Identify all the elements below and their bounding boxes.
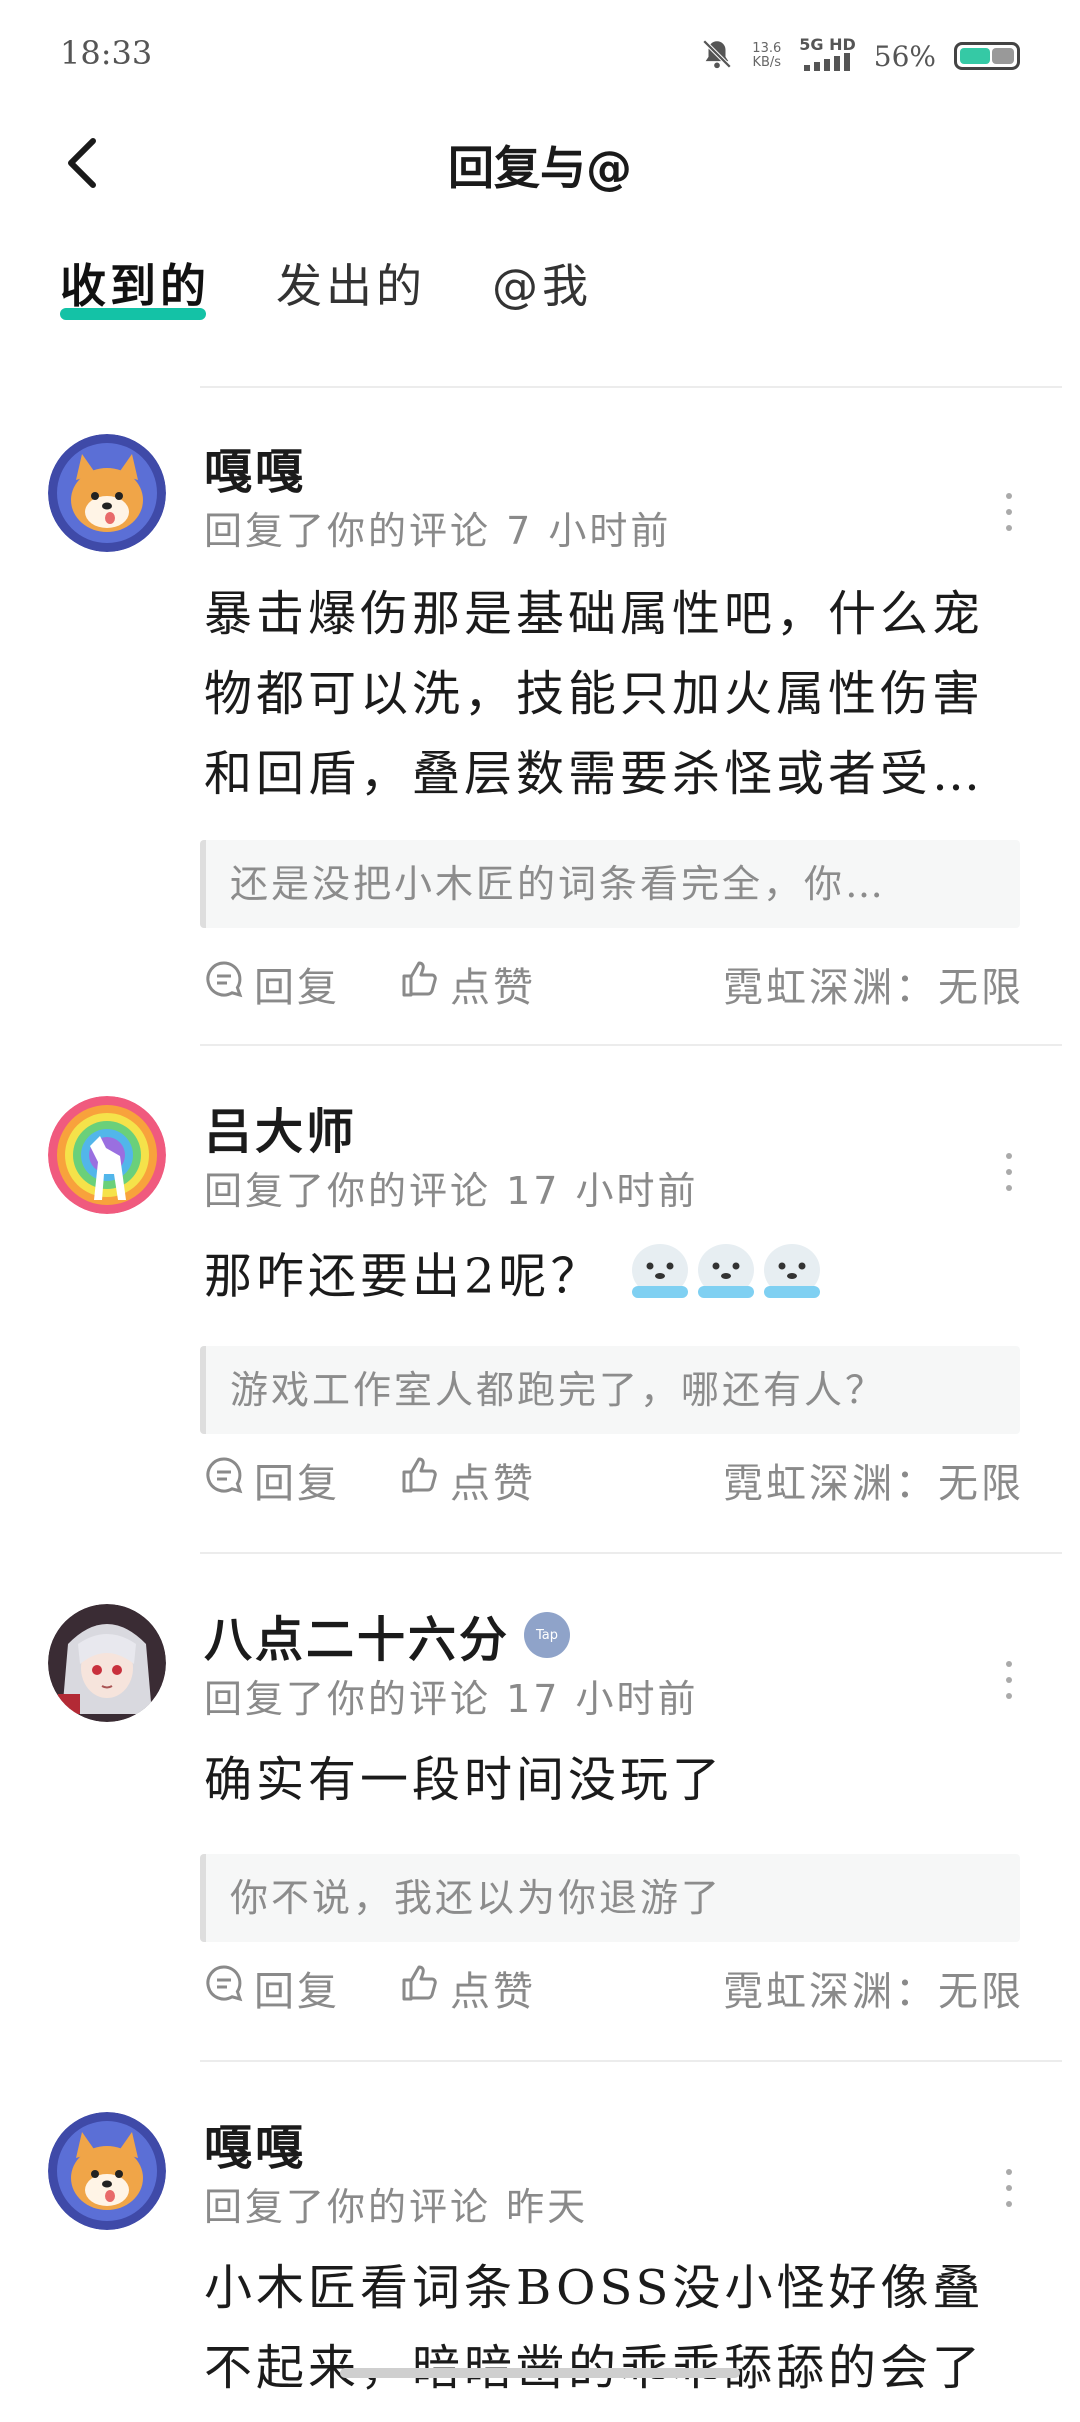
reply-meta: 回复了你的评论 昨天 <box>204 2185 589 2229</box>
avatar[interactable] <box>48 1604 166 1722</box>
signal-icon <box>803 53 852 75</box>
username-text: 嘎嘎 <box>204 2120 307 2176</box>
game-tag[interactable]: 霓虹深渊：无限 <box>723 955 1024 1013</box>
comment-icon <box>204 1455 244 1505</box>
bell-muted-icon <box>700 37 734 75</box>
username[interactable]: 嘎嘎 <box>204 2108 306 2178</box>
like-button[interactable]: 点赞 <box>400 1451 536 1509</box>
reply-button[interactable]: 回复 <box>204 955 340 1013</box>
thumbs-up-icon <box>400 1963 440 2013</box>
like-button[interactable]: 点赞 <box>400 1959 536 2017</box>
dot <box>1006 493 1012 499</box>
reply-button[interactable]: 回复 <box>204 1451 340 1509</box>
more-options-button[interactable] <box>994 2158 1024 2218</box>
dot <box>1006 2201 1012 2207</box>
dot <box>1006 509 1012 515</box>
battery-empty <box>992 48 1014 64</box>
like-label: 点赞 <box>450 1461 536 1507</box>
tab-sent[interactable]: 发出的 <box>276 250 426 328</box>
home-indicator[interactable] <box>340 2368 740 2378</box>
reply-label: 回复 <box>254 1969 340 2015</box>
list-item[interactable]: 嘎嘎 回复了你的评论 7 小时前 暴击爆伤那是基础属性吧，什么宠物都可以洗，技能… <box>0 388 1080 1046</box>
username-text: 嘎嘎 <box>204 444 307 500</box>
header: 回复与@ <box>0 110 1080 220</box>
reply-meta: 回复了你的评论 17 小时前 <box>204 1677 699 1721</box>
status-time: 18:33 <box>60 34 153 72</box>
dot <box>1006 1169 1012 1175</box>
reply-label: 回复 <box>254 1461 340 1507</box>
quoted-comment[interactable]: 游戏工作室人都跑完了，哪还有人？ <box>200 1346 1020 1434</box>
dot <box>1006 1677 1012 1683</box>
signal-group: 5G HD <box>799 37 856 75</box>
username-text: 吕大师 <box>204 1104 358 1160</box>
dot <box>1006 1185 1012 1191</box>
reply-content[interactable]: 小木匠看词条BOSS没小怪好像叠不起来，暗暗凿的乖乖舔舔的会了 <box>204 2248 1024 2408</box>
action-bar: 回复 点赞 霓虹深渊：无限 <box>204 1450 1024 1510</box>
network-speed: 13.6 KB/s <box>752 42 781 70</box>
reply-content-text: 那咋还要出2呢？ <box>204 1248 603 1305</box>
status-icons: 13.6 KB/s 5G HD 56% <box>700 36 1020 76</box>
reply-content[interactable]: 那咋还要出2呢？ <box>204 1236 1024 1324</box>
reply-list: 嘎嘎 回复了你的评论 7 小时前 暴击爆伤那是基础属性吧，什么宠物都可以洗，技能… <box>0 388 1080 2422</box>
tab-bar: 收到的 发出的 @我 <box>60 250 592 328</box>
username[interactable]: 八点二十六分 Tap <box>204 1600 571 1670</box>
comment-icon <box>204 1963 244 2013</box>
battery-percent: 56% <box>873 39 936 73</box>
username[interactable]: 嘎嘎 <box>204 432 306 502</box>
username-text: 八点二十六分 <box>204 1612 511 1668</box>
list-item[interactable]: 八点二十六分 Tap 回复了你的评论 17 小时前 确实有一段时间没玩了 你不说… <box>0 1554 1080 2062</box>
reply-meta: 回复了你的评论 17 小时前 <box>204 1169 699 1213</box>
dot <box>1006 525 1012 531</box>
dot <box>1006 1693 1012 1699</box>
username[interactable]: 吕大师 <box>204 1092 357 1162</box>
reply-button[interactable]: 回复 <box>204 1959 340 2017</box>
network-speed-unit: KB/s <box>752 55 782 70</box>
reply-meta: 回复了你的评论 7 小时前 <box>204 509 672 553</box>
battery-fill <box>960 48 990 64</box>
reply-label: 回复 <box>254 965 340 1011</box>
like-label: 点赞 <box>450 1969 536 2015</box>
quoted-comment[interactable]: 还是没把小木匠的词条看完全，你… <box>200 840 1020 928</box>
more-options-button[interactable] <box>994 1142 1024 1202</box>
status-bar: 18:33 13.6 KB/s 5G HD 56% <box>0 0 1080 110</box>
tab-mentions[interactable]: @我 <box>492 250 592 328</box>
action-bar: 回复 点赞 霓虹深渊：无限 <box>204 1958 1024 2018</box>
network-type: 5G HD <box>799 35 856 54</box>
reply-content[interactable]: 确实有一段时间没玩了 <box>204 1740 1024 1820</box>
avatar[interactable] <box>48 2112 166 2230</box>
more-options-button[interactable] <box>994 482 1024 542</box>
like-label: 点赞 <box>450 965 536 1011</box>
thumbs-up-icon <box>400 959 440 1009</box>
thumbs-up-icon <box>400 1455 440 1505</box>
crying-seal-icon <box>628 1236 824 1324</box>
game-tag[interactable]: 霓虹深渊：无限 <box>723 1451 1024 1509</box>
dot <box>1006 1153 1012 1159</box>
network-speed-value: 13.6 <box>752 41 782 56</box>
battery-icon <box>954 42 1020 70</box>
like-button[interactable]: 点赞 <box>400 955 536 1013</box>
comment-icon <box>204 959 244 1009</box>
dot <box>1006 1661 1012 1667</box>
list-item[interactable]: 吕大师 回复了你的评论 17 小时前 那咋还要出2呢？ 游戏工作室人都跑完了，哪… <box>0 1046 1080 1554</box>
action-bar: 回复 点赞 霓虹深渊：无限 <box>204 954 1024 1014</box>
page-title: 回复与@ <box>448 141 632 195</box>
tap-badge-icon: Tap <box>524 1612 571 1658</box>
reply-content[interactable]: 暴击爆伤那是基础属性吧，什么宠物都可以洗，技能只加火属性伤害和回盾，叠层数需要杀… <box>204 574 1024 814</box>
avatar[interactable] <box>48 434 166 552</box>
dot <box>1006 2169 1012 2175</box>
tab-received[interactable]: 收到的 <box>60 250 210 328</box>
game-tag[interactable]: 霓虹深渊：无限 <box>723 1959 1024 2017</box>
avatar[interactable] <box>48 1096 166 1214</box>
dot <box>1006 2185 1012 2191</box>
quoted-comment[interactable]: 你不说，我还以为你退游了 <box>200 1854 1020 1942</box>
more-options-button[interactable] <box>994 1650 1024 1710</box>
